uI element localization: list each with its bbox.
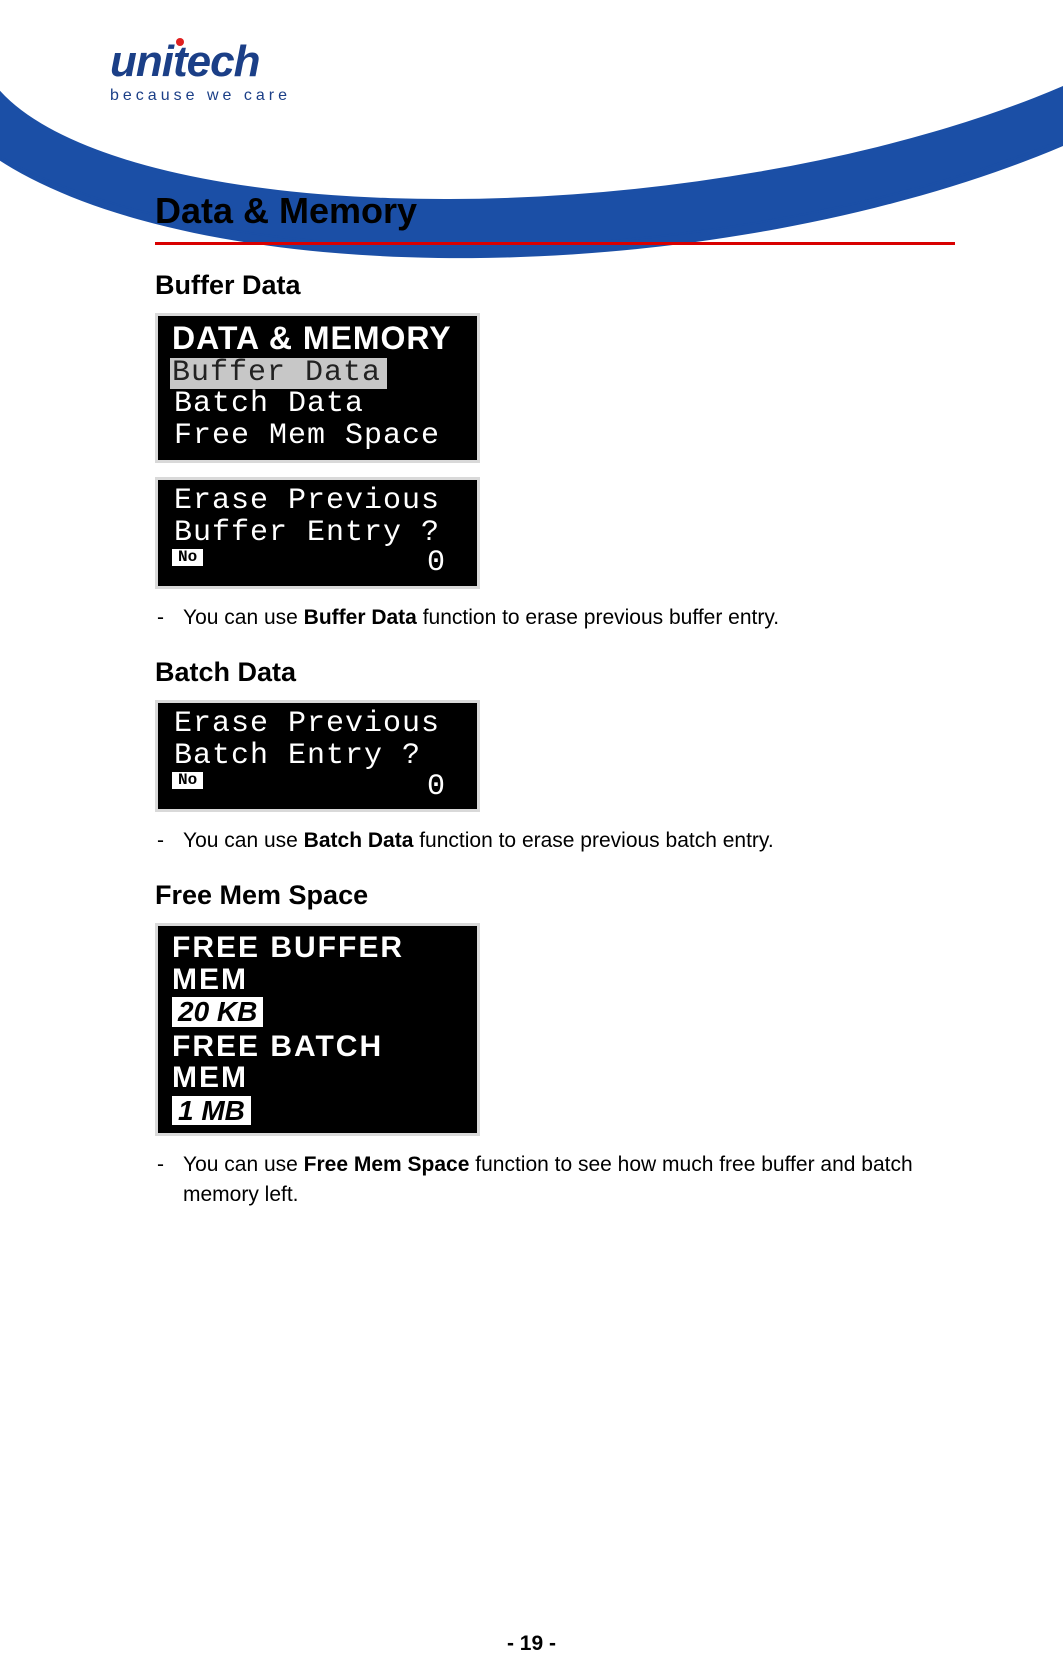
lcd-menu-item: Batch Data	[172, 389, 467, 421]
desc-text: function to erase previous batch entry.	[413, 829, 773, 852]
desc-text: You can use	[183, 1153, 304, 1176]
page-number: - 19 -	[0, 1632, 1063, 1656]
lcd-freemem-label: FREE BATCH MEM	[172, 1031, 467, 1094]
heading-buffer-data: Buffer Data	[155, 270, 955, 301]
lcd-prompt-line: Batch Entry ?	[172, 741, 467, 773]
brand-tagline: because we care	[110, 88, 291, 104]
lcd-prompt-line: Erase Previous	[172, 486, 467, 518]
lcd-prompt-line: Erase Previous	[172, 709, 467, 741]
lcd-prompt-counter: 0	[427, 548, 445, 580]
manual-page: unitech because we care Data & Memory Bu…	[0, 0, 1063, 1674]
lcd-prompt-line: Buffer Entry ?	[172, 518, 467, 550]
title-rule	[155, 242, 955, 245]
lcd-prompt-choice: No	[172, 549, 203, 566]
freemem-description: You can use Free Mem Space function to s…	[183, 1150, 955, 1209]
buffer-description: You can use Buffer Data function to eras…	[183, 603, 955, 632]
brand-name-text: unitech	[110, 37, 259, 86]
desc-text: function to erase previous buffer entry.	[417, 606, 779, 629]
brand-logo: unitech because we care	[110, 40, 291, 104]
desc-bold: Buffer Data	[304, 606, 417, 629]
heading-batch-data: Batch Data	[155, 657, 955, 688]
lcd-menu-title: DATA & MEMORY	[172, 322, 467, 356]
lcd-prompt-choice: No	[172, 772, 203, 789]
desc-bold: Batch Data	[304, 829, 414, 852]
desc-text: You can use	[183, 606, 304, 629]
desc-bold: Free Mem Space	[304, 1153, 470, 1176]
lcd-prompt-counter: 0	[427, 772, 445, 804]
lcd-freemem-value: 1 MB	[172, 1096, 251, 1125]
brand-name: unitech	[110, 40, 259, 84]
lcd-batch-prompt: Erase Previous Batch Entry ? No 0	[155, 700, 480, 812]
lcd-menu-item-selected: Buffer Data	[170, 358, 387, 390]
lcd-buffer-prompt: Erase Previous Buffer Entry ? No 0	[155, 477, 480, 589]
desc-text: You can use	[183, 829, 304, 852]
lcd-menu-item: Free Mem Space	[172, 421, 467, 453]
page-title: Data & Memory	[155, 190, 955, 232]
lcd-free-mem: FREE BUFFER MEM 20 KB FREE BATCH MEM 1 M…	[155, 923, 480, 1136]
batch-description: You can use Batch Data function to erase…	[183, 826, 955, 855]
lcd-freemem-value: 20 KB	[172, 997, 263, 1026]
brand-dot-icon	[176, 38, 184, 46]
page-content: Data & Memory Buffer Data DATA & MEMORY …	[155, 190, 955, 1215]
lcd-freemem-label: FREE BUFFER MEM	[172, 932, 467, 995]
heading-free-mem: Free Mem Space	[155, 880, 955, 911]
lcd-buffer-menu: DATA & MEMORY Buffer Data Batch Data Fre…	[155, 313, 480, 463]
